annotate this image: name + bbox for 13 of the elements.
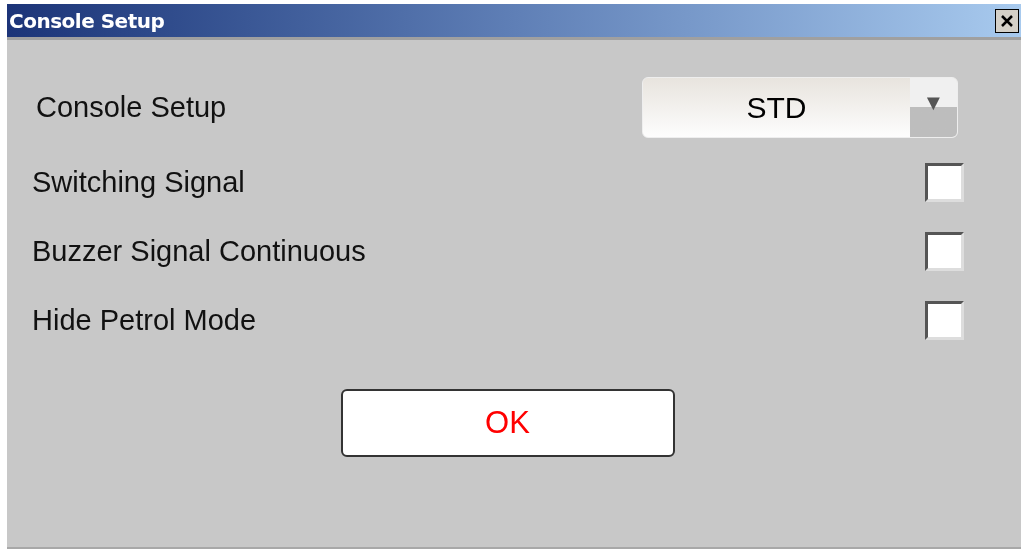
checkbox[interactable] — [925, 232, 964, 271]
checkbox[interactable] — [925, 163, 964, 202]
dropdown-value: STD — [745, 90, 808, 126]
close-icon — [1000, 13, 1014, 28]
ok-button[interactable]: OK — [340, 389, 675, 457]
option-label: Buzzer Signal Continuous — [32, 233, 366, 269]
mode-dropdown[interactable]: STD ▼ — [642, 77, 958, 138]
close-button[interactable] — [995, 8, 1019, 33]
option-label: Hide Petrol Mode — [32, 302, 257, 338]
checkbox[interactable] — [925, 301, 964, 340]
window-title: Console Setup — [9, 7, 165, 35]
option-label: Switching Signal — [32, 164, 245, 200]
setup-label: Console Setup — [36, 89, 227, 125]
